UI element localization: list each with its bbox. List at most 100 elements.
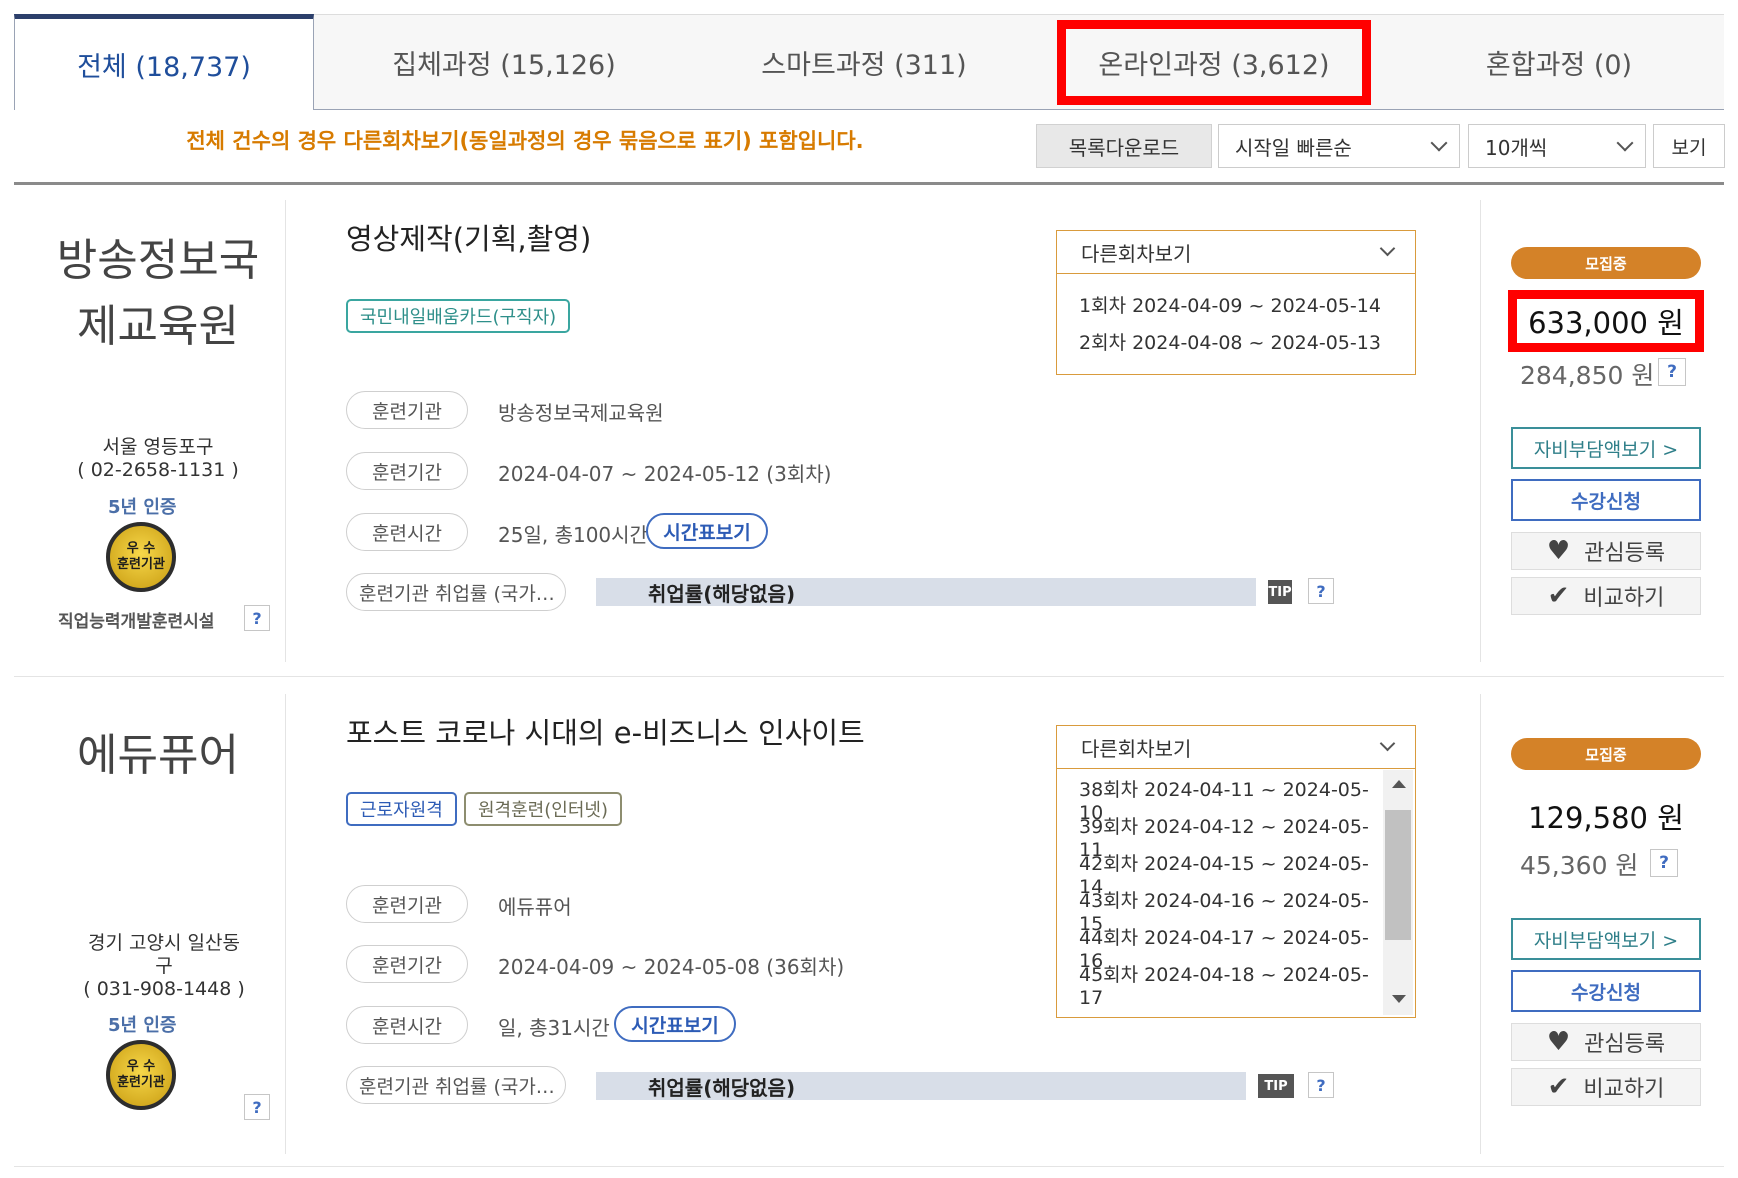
institution-location: 서울 영등포구 (102, 436, 214, 458)
label-period: 훈련기간 (346, 945, 468, 983)
heart-icon: ♥ (1546, 1027, 1571, 1057)
institution-phone: ( 02-2658-1131 ) (77, 459, 239, 481)
divider (1480, 200, 1481, 662)
course-price: 633,000 원 (1508, 290, 1704, 352)
excellent-institution-badge-icon: 우 수 훈련기관 (106, 522, 176, 592)
divider (1480, 694, 1481, 1154)
chevron-down-icon (1379, 735, 1396, 752)
hours-value: 25일, 총100시간 (498, 523, 648, 547)
tab-smart[interactable]: 스마트과정 (311) (694, 14, 1034, 110)
sort-select[interactable]: 시작일 빠른순 (1218, 124, 1460, 168)
round-option[interactable]: 1회차 2024-04-09 ~ 2024-05-14 (1057, 286, 1415, 323)
status-badge: 모집중 (1511, 738, 1701, 770)
self-pay-view-button[interactable]: 자비부담액보기 > (1511, 918, 1701, 960)
compare-button[interactable]: ✔ 비교하기 (1511, 577, 1701, 615)
period-value: 2024-04-09 ~ 2024-05-08 (36회차) (498, 955, 845, 979)
wishlist-button[interactable]: ♥ 관심등록 (1511, 1023, 1701, 1061)
tab-label: 온라인과정 (3,612) (1057, 19, 1371, 105)
help-button[interactable]: ? (1308, 578, 1334, 604)
badge-text: 훈련기관 (117, 1075, 165, 1090)
button-label: 관심등록 (1584, 1032, 1666, 1057)
chevron-down-icon (1616, 134, 1634, 152)
institution-location: 경기 고양시 일산동 (88, 932, 240, 954)
institution-contact: 경기 고양시 일산동 구 ( 031-908-1448 ) (64, 932, 264, 1001)
view-button[interactable]: 보기 (1653, 124, 1725, 168)
tip-icon[interactable]: TIP (1268, 580, 1292, 604)
scroll-down-arrow-icon[interactable] (1392, 995, 1406, 1003)
status-badge: 모집중 (1511, 247, 1701, 279)
per-page-select[interactable]: 10개씩 (1468, 124, 1646, 168)
tab-label: 스마트과정 (311) (761, 49, 967, 81)
wishlist-button[interactable]: ♥ 관심등록 (1511, 532, 1701, 570)
tab-mixed[interactable]: 혼합과정 (0) (1394, 14, 1724, 110)
tab-label: 집체과정 (15,126) (392, 49, 616, 81)
apply-button[interactable]: 수강신청 (1511, 479, 1701, 521)
institution-name-line: 제교육원 (77, 301, 239, 352)
tip-icon[interactable]: TIP (1258, 1074, 1294, 1098)
self-pay-price: 45,360 원 (1520, 851, 1639, 880)
institution-phone: ( 031-908-1448 ) (83, 978, 245, 1000)
tab-online[interactable]: 온라인과정 (3,612) (1034, 14, 1394, 110)
institution-name: 에듀퓨어 (30, 723, 286, 789)
label-institution: 훈련기관 (346, 391, 468, 429)
course-title[interactable]: 포스트 코로나 시대의 e-비즈니스 인사이트 (346, 710, 865, 752)
compare-button[interactable]: ✔ 비교하기 (1511, 1068, 1701, 1106)
institution-location: 구 (155, 955, 173, 977)
timetable-button[interactable]: 시간표보기 (646, 513, 768, 549)
badge-text: 우 수 (126, 541, 156, 556)
button-label: 관심등록 (1584, 541, 1666, 566)
label-period: 훈련기간 (346, 452, 468, 490)
course-tag: 근로자원격 (346, 792, 457, 826)
dropdown-label: 다른회차보기 (1081, 241, 1192, 266)
label-employment: 훈련기관 취업률 (국가… (346, 1066, 566, 1104)
help-button[interactable]: ? (1658, 358, 1686, 386)
round-option[interactable]: 45회차 2024-04-18 ~ 2024-05-17 (1057, 964, 1381, 1009)
scroll-up-arrow-icon[interactable] (1392, 780, 1406, 788)
excellent-institution-badge-icon: 우 수 훈련기관 (106, 1040, 176, 1110)
other-rounds-dropdown[interactable]: 다른회차보기 38회차 2024-04-11 ~ 2024-05-10 39회차… (1056, 725, 1416, 1018)
course-tag: 원격훈련(인터넷) (464, 792, 622, 826)
tab-label: 전체 (18,737) (77, 52, 251, 83)
sort-value: 시작일 빠른순 (1235, 135, 1352, 160)
scrollbar[interactable] (1383, 770, 1413, 1015)
label-institution: 훈련기관 (346, 885, 468, 923)
notice-text: 전체 건수의 경우 다른회차보기(동일과정의 경우 묶음으로 표기) 포함입니다… (186, 129, 864, 153)
institution-value: 방송정보국제교육원 (498, 401, 664, 425)
tab-group[interactable]: 집체과정 (15,126) (314, 14, 694, 110)
other-rounds-dropdown[interactable]: 다른회차보기 1회차 2024-04-09 ~ 2024-05-14 2회차 2… (1056, 230, 1416, 375)
check-icon: ✔ (1547, 1072, 1570, 1102)
help-button[interactable]: ? (1650, 849, 1678, 877)
heart-icon: ♥ (1546, 536, 1571, 566)
help-button[interactable]: ? (244, 605, 270, 631)
button-label: 비교하기 (1583, 586, 1665, 611)
timetable-button[interactable]: 시간표보기 (614, 1006, 736, 1042)
chevron-down-icon (1430, 134, 1448, 152)
help-button[interactable]: ? (244, 1094, 270, 1120)
badge-text: 훈련기관 (117, 557, 165, 572)
button-label: 비교하기 (1583, 1077, 1665, 1102)
other-rounds-header[interactable]: 다른회차보기 (1057, 231, 1415, 274)
course-type-tabs: 전체 (18,737) 집체과정 (15,126) 스마트과정 (311) 온라… (14, 14, 1724, 112)
course-tag: 국민내일배움카드(구직자) (346, 299, 571, 333)
tab-all[interactable]: 전체 (18,737) (14, 14, 314, 110)
course-title[interactable]: 영상제작(기획,촬영) (346, 216, 591, 258)
self-pay-view-button[interactable]: 자비부담액보기 > (1511, 427, 1701, 469)
tab-label: 혼합과정 (0) (1485, 49, 1633, 81)
other-rounds-header[interactable]: 다른회차보기 (1057, 726, 1415, 769)
divider (14, 676, 1724, 677)
employment-bar-text: 취업률(해당없음) (648, 582, 796, 606)
label-employment: 훈련기관 취업률 (국가… (346, 573, 566, 611)
round-option[interactable]: 2회차 2024-04-08 ~ 2024-05-13 (1057, 323, 1415, 360)
course-price: 129,580 원 (1528, 801, 1684, 835)
apply-button[interactable]: 수강신청 (1511, 970, 1701, 1012)
self-pay-price: 284,850 원 (1520, 361, 1655, 390)
help-button[interactable]: ? (1308, 1072, 1334, 1098)
hours-value: 일, 총31시간 (498, 1016, 610, 1040)
certification-label: 5년 인증 (108, 1015, 177, 1036)
certification-label: 5년 인증 (108, 497, 177, 518)
scroll-thumb[interactable] (1385, 810, 1411, 940)
facility-label: 직업능력개발훈련시설 (58, 612, 215, 632)
institution-name: 방송정보국 제교육원 (30, 228, 286, 360)
institution-value: 에듀퓨어 (498, 895, 572, 919)
download-list-button[interactable]: 목록다운로드 (1036, 124, 1212, 168)
